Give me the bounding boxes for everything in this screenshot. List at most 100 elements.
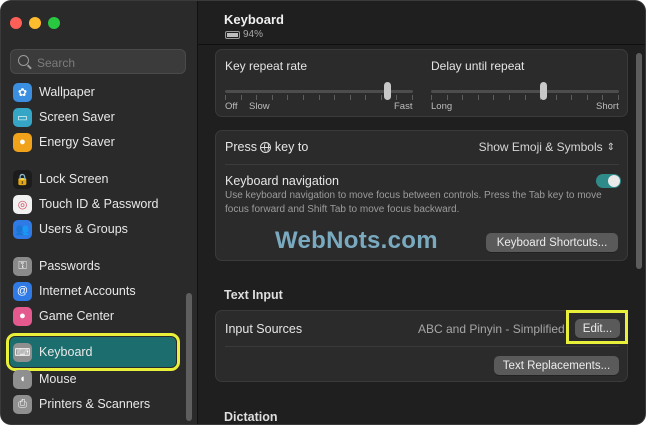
key-repeat-label: Key repeat rate — [225, 59, 308, 73]
sidebar-item-keyboard[interactable]: ⌨ Keyboard — [6, 333, 180, 371]
text-replacements-button[interactable]: Text Replacements... — [494, 356, 619, 375]
slider-tick — [462, 95, 463, 100]
slider-tick — [334, 95, 335, 100]
lock-icon: 🔒 — [13, 169, 32, 189]
sidebar-item-printers-scanners[interactable]: ⎙ Printers & Scanners — [13, 393, 181, 415]
slider-tick — [493, 95, 494, 100]
sidebar-item-lock-screen[interactable]: 🔒 Lock Screen — [13, 168, 181, 190]
key-repeat-slow: Slow — [249, 101, 270, 112]
input-sources-value: ABC and Pinyin - Simplified — [418, 322, 565, 336]
slider-tick — [571, 95, 572, 100]
delay-track — [431, 90, 619, 93]
search-field[interactable] — [10, 49, 186, 74]
slider-tick — [412, 95, 413, 100]
slider-tick — [556, 95, 557, 100]
sidebar-item-label: Passwords — [39, 259, 101, 273]
keyboard-shortcuts-button[interactable]: Keyboard Shortcuts... — [486, 233, 618, 252]
slider-tick — [602, 95, 603, 100]
sidebar-item-label: Internet Accounts — [39, 284, 136, 298]
close-button[interactable] — [10, 17, 22, 29]
sidebar-item-label: Printers & Scanners — [39, 397, 151, 411]
row-divider — [225, 346, 619, 347]
battery-icon — [225, 30, 240, 39]
text-input-title: Text Input — [224, 288, 283, 302]
chevron-updown-icon: ⇕ — [606, 141, 615, 153]
sidebar-item-touch-id-password[interactable]: ◎ Touch ID & Password — [13, 193, 181, 215]
slider-tick — [350, 95, 351, 100]
printer-icon: ⎙ — [13, 394, 32, 414]
sidebar-item-energy-saver[interactable]: ● Energy Saver — [13, 131, 181, 153]
slider-tick — [225, 95, 226, 100]
slider-tick — [381, 95, 382, 100]
watermark-logo: WebNots.com — [275, 227, 438, 254]
highlight-edit-button — [566, 310, 628, 344]
wallpaper-icon: ✿ — [13, 82, 32, 102]
repeat-panel: Key repeat rate Delay until repeat Off S… — [215, 49, 628, 117]
users-icon: 👥 — [13, 219, 32, 239]
mouse-icon: ◖ — [13, 369, 32, 389]
screen-saver-icon: ▭ — [13, 107, 32, 127]
window-controls — [10, 17, 60, 29]
slider-tick — [396, 95, 397, 100]
slider-tick — [365, 95, 366, 100]
fingerprint-icon: ◎ — [13, 194, 32, 214]
settings-window: ✿ Wallpaper ▭ Screen Saver ● Energy Saver 🔒 Loc… — [1, 1, 645, 424]
delay-slider[interactable] — [431, 82, 619, 102]
keyboard-icon: ⌨ — [13, 342, 32, 362]
search-icon — [18, 55, 29, 66]
sidebar-item-game-center[interactable]: ● Game Center — [13, 305, 181, 327]
game-center-icon: ● — [13, 306, 32, 326]
sidebar-item-label: Energy Saver — [39, 135, 115, 149]
input-sources-label: Input Sources — [225, 322, 303, 336]
sidebar-item-internet-accounts[interactable]: @ Internet Accounts — [13, 280, 181, 302]
sidebar-item-label: Game Center — [39, 309, 115, 323]
key-repeat-slider[interactable] — [225, 82, 413, 102]
sidebar-item-mouse[interactable]: ◖ Mouse — [13, 368, 181, 390]
keyboard-nav-label: Keyboard navigation — [225, 174, 339, 188]
sidebar-item-passwords[interactable]: ⚿ Passwords — [13, 255, 181, 277]
delay-label: Delay until repeat — [431, 59, 525, 73]
sidebar-item-wallpaper[interactable]: ✿ Wallpaper — [13, 81, 181, 103]
sidebar-item-label: Lock Screen — [39, 172, 109, 186]
main-scrollbar[interactable] — [636, 53, 642, 269]
slider-tick — [509, 95, 510, 100]
keyboard-nav-description: Use keyboard navigation to move focus be… — [225, 190, 602, 215]
slider-tick — [431, 95, 432, 100]
sidebar-item-label: Screen Saver — [39, 110, 115, 124]
sidebar-item-users-groups[interactable]: 👥 Users & Groups — [13, 218, 181, 240]
delay-knob[interactable] — [540, 82, 547, 100]
keyboard-nav-toggle[interactable] — [596, 174, 621, 188]
press-key-value: Show Emoji & Symbols — [478, 140, 603, 154]
press-key-label-before: Press — [225, 140, 257, 154]
slider-tick — [478, 95, 479, 100]
sidebar-item-label: Mouse — [39, 372, 77, 386]
slider-tick — [272, 95, 273, 100]
zoom-button[interactable] — [48, 17, 60, 29]
slider-tick — [618, 95, 619, 100]
sidebar-item-screen-saver[interactable]: ▭ Screen Saver — [13, 106, 181, 128]
sidebar-item-label: Keyboard — [39, 345, 93, 359]
slider-tick — [241, 95, 242, 100]
slider-tick — [287, 95, 288, 100]
delay-long: Long — [431, 101, 453, 112]
slider-tick — [256, 95, 257, 100]
minimize-button[interactable] — [29, 17, 41, 29]
sidebar-item-label: Users & Groups — [39, 222, 128, 236]
row-divider — [225, 164, 619, 165]
key-repeat-fast: Fast — [394, 101, 413, 112]
globe-icon — [260, 142, 272, 153]
slider-tick — [303, 95, 304, 100]
slider-tick — [447, 95, 448, 100]
battery-status: 94% — [225, 29, 263, 40]
main-pane: Keyboard 94% Key repeat rate Delay until… — [198, 1, 645, 424]
slider-tick — [587, 95, 588, 100]
sidebar-scrollbar[interactable] — [186, 293, 192, 421]
sidebar-item-label: Touch ID & Password — [39, 197, 159, 211]
sidebar-item-label: Wallpaper — [39, 85, 95, 99]
search-input[interactable] — [35, 53, 184, 73]
slider-tick — [525, 95, 526, 100]
press-key-label: Press key to — [225, 140, 308, 154]
press-key-label-after: key to — [274, 140, 309, 154]
key-repeat-knob[interactable] — [384, 82, 391, 100]
press-key-select[interactable]: Show Emoji & Symbols ⇕ — [479, 140, 615, 154]
